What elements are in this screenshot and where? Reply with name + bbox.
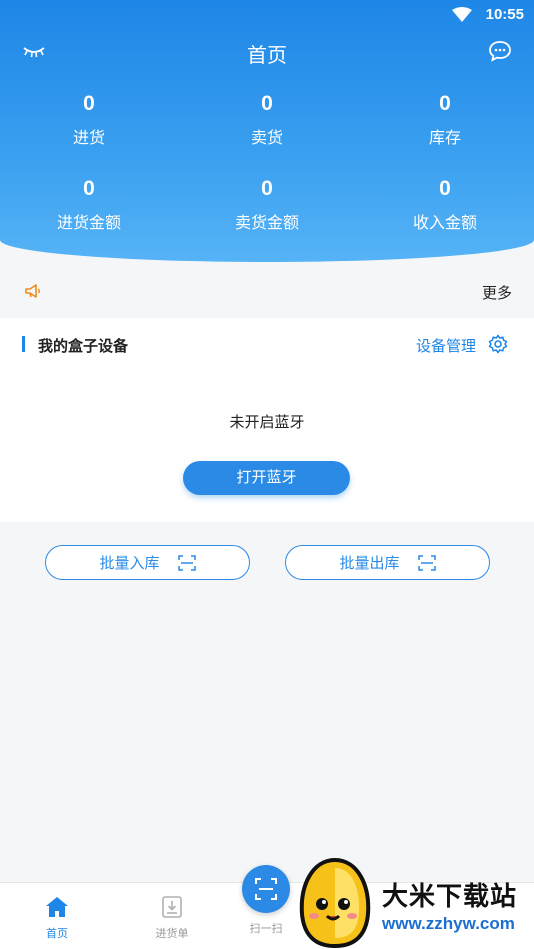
batch-stock-out-label: 批量出库: [339, 555, 400, 572]
stat-label: 进货: [72, 130, 105, 147]
stat-purchase[interactable]: 0 进货: [0, 92, 178, 148]
watermark: 大米下载站 www.zzhyw.com: [296, 856, 534, 949]
stat-stock[interactable]: 0 库存: [356, 92, 534, 148]
open-bluetooth-button[interactable]: 打开蓝牙: [183, 461, 350, 495]
stat-purchase-amount[interactable]: 0 进货金额: [0, 177, 178, 233]
home-icon: [46, 897, 68, 917]
watermark-title: 大米下载站: [382, 881, 518, 911]
stat-value: 0: [83, 177, 95, 200]
status-time: 10:55: [485, 6, 524, 23]
stat-label: 卖货金额: [234, 215, 299, 232]
stat-value: 0: [261, 92, 273, 115]
scan-icon: [177, 554, 196, 571]
card-accent-bar: [22, 336, 25, 352]
chat-icon[interactable]: [488, 40, 512, 62]
scan-icon: [417, 554, 436, 571]
rice-mascot-logo: [299, 857, 371, 949]
megaphone-icon: [25, 284, 40, 298]
stat-label: 卖货: [250, 130, 283, 147]
tab-label: 首页: [46, 928, 68, 940]
device-manage-link[interactable]: 设备管理: [416, 335, 476, 356]
tab-label-scan[interactable]: 扫一扫: [236, 920, 296, 936]
stat-value: 0: [439, 92, 451, 115]
page-title: 首页: [247, 45, 287, 67]
tab-home[interactable]: 首页: [17, 891, 97, 941]
stat-income-amount[interactable]: 0 收入金额: [356, 177, 534, 233]
scan-icon: [255, 878, 277, 900]
stat-label: 收入金额: [412, 215, 477, 232]
notice-bar[interactable]: 更多: [0, 270, 534, 312]
status-bar: 10:55: [0, 0, 534, 30]
download-list-icon: [162, 896, 182, 918]
wifi-icon: [452, 7, 472, 22]
device-card: 我的盒子设备 设备管理 未开启蓝牙 打开蓝牙: [0, 318, 534, 522]
bluetooth-status: 未开启蓝牙: [229, 414, 305, 431]
stat-sales[interactable]: 0 卖货: [178, 92, 356, 148]
stat-sales-amount[interactable]: 0 卖货金额: [178, 177, 356, 233]
gear-icon[interactable]: [488, 334, 508, 354]
header-banner: 10:55 首页 0 进货 0 卖货 0 库存 0 进货金额 0 卖货金额 0 …: [0, 0, 534, 262]
stat-label: 进货金额: [56, 215, 121, 232]
batch-stock-out-button[interactable]: 批量出库: [285, 545, 490, 580]
stat-label: 库存: [428, 130, 461, 147]
batch-stock-in-label: 批量入库: [99, 555, 160, 572]
tab-purchase-orders[interactable]: 进货单: [132, 891, 212, 941]
batch-stock-in-button[interactable]: 批量入库: [45, 545, 250, 580]
top-bar: 首页: [0, 32, 534, 72]
stat-value: 0: [439, 177, 451, 200]
stat-value: 0: [261, 177, 273, 200]
watermark-url: www.zzhyw.com: [382, 914, 515, 933]
card-title: 我的盒子设备: [38, 338, 129, 355]
more-link[interactable]: 更多: [482, 282, 512, 303]
tab-label: 进货单: [155, 928, 189, 940]
stat-value: 0: [83, 92, 95, 115]
scan-fab-button[interactable]: [242, 865, 290, 913]
